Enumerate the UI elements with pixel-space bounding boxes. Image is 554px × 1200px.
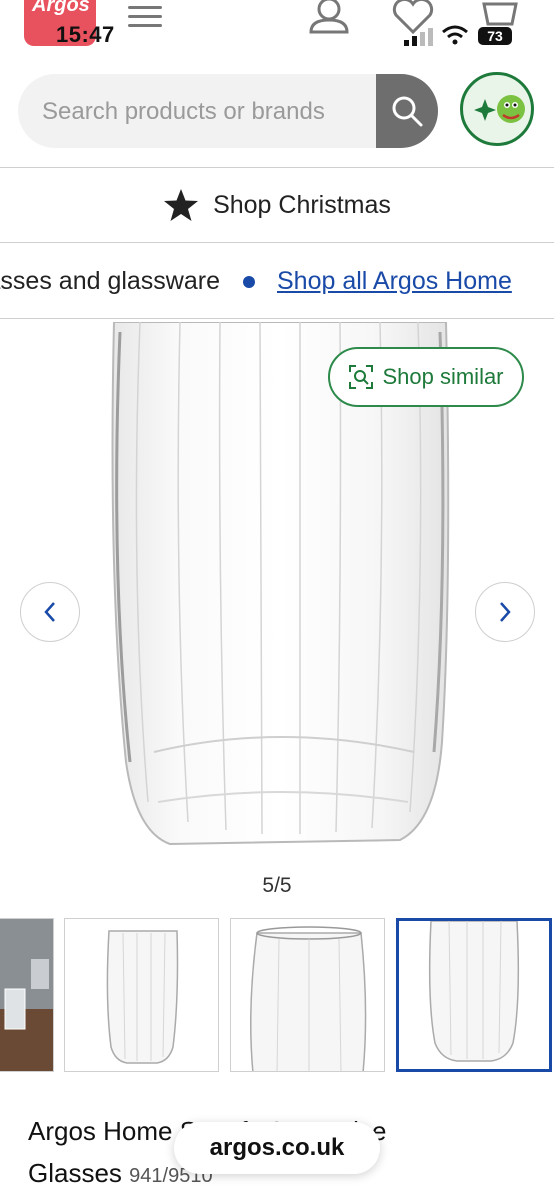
thumbnail-strip [0,918,554,1076]
shop-christmas-link[interactable]: Shop Christmas [0,168,554,242]
thumbnail-image [428,921,520,1062]
thumbnail-image [250,926,367,1071]
sparkle-mascot-icon [474,95,525,123]
search-bar-row [0,72,554,152]
shop-christmas-label: Shop Christmas [213,190,391,219]
cellular-signal-icon [404,28,433,46]
battery-indicator: 73 [478,27,512,45]
search-icon [392,96,423,127]
breadcrumb-separator [243,276,255,288]
search-input[interactable] [40,74,364,148]
breadcrumb: Glasses and glassware Shop all Argos Hom… [0,243,554,319]
breadcrumb-link[interactable]: Shop all Argos Home [277,267,512,296]
visual-search-icon [349,365,374,389]
assistant-avatar[interactable] [460,72,534,146]
chevron-right-icon [500,602,511,622]
logo-text: Argos [32,0,90,16]
status-bar: Argos 15:47 73 [0,0,554,56]
browser-url-bar[interactable]: argos.co.uk [174,1122,380,1174]
breadcrumb-previous[interactable]: Glasses and glassware [0,267,220,296]
shop-similar-label: Shop similar [382,364,504,389]
shop-similar-button[interactable]: Shop similar [328,347,524,407]
thumbnail-glass-closeup[interactable] [396,918,552,1072]
star-icon [164,189,199,221]
product-title-line2: Glasses [28,1158,122,1188]
divider [0,318,554,319]
thumbnail-image [0,919,53,1071]
wifi-icon [442,25,468,45]
menu-icon[interactable] [128,0,162,28]
next-image-button[interactable] [475,582,535,642]
clock: 15:47 [56,22,115,47]
thumbnail-glass-top[interactable] [230,918,385,1072]
thumbnail-image [106,930,179,1064]
thumbnail-lifestyle[interactable] [0,918,54,1072]
account-icon[interactable] [306,0,352,38]
thumbnail-glass-front[interactable] [64,918,219,1072]
chevron-left-icon [44,602,55,622]
image-counter: 5/5 [262,874,292,897]
search-button[interactable] [376,74,438,148]
browser-url: argos.co.uk [209,1134,345,1161]
search-box [18,74,438,148]
previous-image-button[interactable] [20,582,80,642]
